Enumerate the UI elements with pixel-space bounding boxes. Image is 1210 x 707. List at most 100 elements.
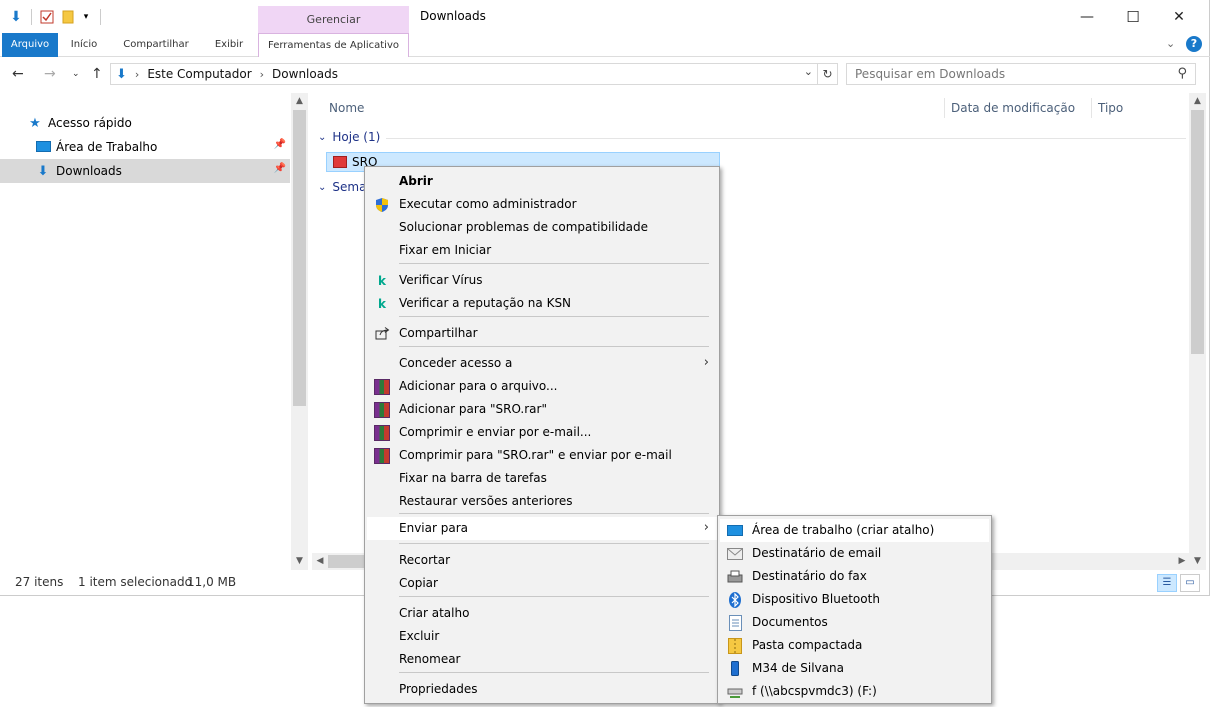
menu-item-verificar-virus[interactable]: k Verificar Vírus bbox=[367, 269, 717, 292]
download-arrow-icon[interactable]: ⬇ bbox=[6, 7, 26, 27]
manage-contextual-tab[interactable]: Gerenciar bbox=[258, 6, 409, 33]
scroll-up-arrow-icon[interactable]: ▲ bbox=[1189, 93, 1206, 110]
forward-arrow-icon[interactable]: → bbox=[44, 66, 56, 82]
content-scrollbar[interactable]: ▲ ▼ bbox=[1189, 93, 1206, 570]
scroll-left-arrow-icon[interactable]: ◀ bbox=[312, 553, 328, 570]
column-header-tipo[interactable]: Tipo bbox=[1098, 93, 1123, 123]
sendto-item-pasta-compactada[interactable]: Pasta compactada bbox=[720, 634, 989, 657]
sendto-item-m34-silvana[interactable]: M34 de Silvana bbox=[720, 657, 989, 680]
submenu-arrow-icon: › bbox=[703, 355, 709, 370]
selection-size: 11,0 MB bbox=[187, 575, 237, 589]
sendto-item-area-de-trabalho[interactable]: Área de trabalho (criar atalho) bbox=[720, 519, 989, 542]
search-icon[interactable]: ⚲ bbox=[1177, 66, 1187, 81]
scroll-down-arrow-icon[interactable]: ▼ bbox=[1189, 553, 1206, 570]
group-label: Sema bbox=[332, 180, 367, 194]
group-header-hoje[interactable]: ⌄ Hoje (1) bbox=[318, 130, 380, 144]
menu-item-label: Pasta compactada bbox=[752, 638, 863, 652]
window-title: Downloads bbox=[420, 9, 486, 23]
recent-locations-chevron-icon[interactable]: ⌄ bbox=[72, 69, 80, 79]
scroll-up-arrow-icon[interactable]: ▲ bbox=[291, 93, 308, 110]
group-divider bbox=[386, 138, 1186, 139]
submenu-arrow-icon: › bbox=[703, 520, 709, 535]
tab-inicio[interactable]: Início bbox=[62, 33, 106, 57]
search-placeholder: Pesquisar em Downloads bbox=[855, 67, 1006, 81]
breadcrumb-downloads[interactable]: Downloads bbox=[272, 67, 338, 81]
chevron-down-icon: ⌄ bbox=[318, 131, 327, 143]
menu-item-solucionar-problemas[interactable]: Solucionar problemas de compatibilidade bbox=[367, 216, 717, 239]
address-bar[interactable]: ⬇ › Este Computador › Downloads ⌄ bbox=[110, 63, 818, 85]
winrar-icon bbox=[373, 424, 391, 441]
menu-item-fixar-em-iniciar[interactable]: Fixar em Iniciar bbox=[367, 239, 717, 262]
group-label: Hoje (1) bbox=[332, 130, 381, 144]
menu-item-label: Conceder acesso a bbox=[399, 356, 513, 370]
back-arrow-icon[interactable]: ← bbox=[12, 66, 24, 82]
breadcrumb-separator: › bbox=[134, 67, 140, 81]
menu-separator bbox=[399, 316, 709, 317]
menu-item-conceder-acesso[interactable]: Conceder acesso a › bbox=[367, 352, 717, 375]
tab-exibir[interactable]: Exibir bbox=[207, 33, 251, 57]
desktop-icon bbox=[726, 522, 744, 539]
tab-compartilhar[interactable]: Compartilhar bbox=[117, 33, 195, 57]
column-header-data[interactable]: Data de modificação bbox=[951, 93, 1075, 123]
scrollbar-thumb[interactable] bbox=[1191, 110, 1204, 354]
sendto-item-destinatario-email[interactable]: Destinatário de email bbox=[720, 542, 989, 565]
sendto-item-destinatario-fax[interactable]: Destinatário do fax bbox=[720, 565, 989, 588]
sendto-item-documentos[interactable]: Documentos bbox=[720, 611, 989, 634]
downloads-icon: ⬇ bbox=[37, 163, 49, 179]
expand-ribbon-icon[interactable]: ⌄ bbox=[1166, 37, 1175, 50]
refresh-icon[interactable]: ↻ bbox=[818, 63, 838, 85]
details-view-icon[interactable]: ☰ bbox=[1157, 574, 1177, 592]
breadcrumb-este-computador[interactable]: Este Computador bbox=[147, 67, 251, 81]
chevron-down-icon: ⌄ bbox=[318, 181, 327, 193]
mail-icon bbox=[726, 545, 744, 562]
search-input[interactable]: Pesquisar em Downloads ⚲ bbox=[846, 63, 1196, 85]
menu-item-enviar-para[interactable]: Enviar para › bbox=[367, 517, 717, 540]
menu-item-criar-atalho[interactable]: Criar atalho bbox=[367, 602, 717, 625]
fax-icon bbox=[726, 568, 744, 585]
nav-pane-scrollbar[interactable]: ▲ ▼ bbox=[291, 93, 308, 570]
menu-item-restaurar-versoes[interactable]: Restaurar versões anteriores bbox=[367, 490, 717, 513]
menu-item-excluir[interactable]: Excluir bbox=[367, 625, 717, 648]
tab-ferramentas-de-aplicativo[interactable]: Ferramentas de Aplicativo bbox=[258, 33, 409, 57]
nav-item-acesso-rapido[interactable]: ★ Acesso rápido bbox=[26, 111, 286, 135]
scroll-down-arrow-icon[interactable]: ▼ bbox=[291, 553, 308, 570]
nav-item-downloads[interactable]: ⬇ Downloads 📌 bbox=[0, 159, 290, 183]
tab-arquivo[interactable]: Arquivo bbox=[2, 33, 58, 57]
menu-item-copiar[interactable]: Copiar bbox=[367, 572, 717, 595]
menu-item-label: Adicionar para "SRO.rar" bbox=[399, 402, 547, 416]
sendto-item-bluetooth[interactable]: Dispositivo Bluetooth bbox=[720, 588, 989, 611]
help-icon[interactable]: ? bbox=[1186, 36, 1202, 52]
minimize-button[interactable]: — bbox=[1064, 0, 1110, 33]
menu-item-label: Verificar Vírus bbox=[399, 273, 483, 287]
menu-item-adicionar-sro-rar[interactable]: Adicionar para "SRO.rar" bbox=[367, 398, 717, 421]
properties-icon[interactable] bbox=[38, 7, 56, 27]
menu-item-compartilhar[interactable]: Compartilhar bbox=[367, 322, 717, 345]
pin-icon[interactable]: 📌 bbox=[274, 139, 286, 150]
menu-item-fixar-barra-tarefas[interactable]: Fixar na barra de tarefas bbox=[367, 467, 717, 490]
address-dropdown-icon[interactable]: ⌄ bbox=[804, 65, 813, 78]
scroll-right-arrow-icon[interactable]: ▶ bbox=[1174, 553, 1190, 570]
pin-icon[interactable]: 📌 bbox=[274, 163, 286, 174]
menu-item-executar-como-administrador[interactable]: Executar como administrador bbox=[367, 193, 717, 216]
sendto-item-network-drive-f[interactable]: f (\\abcspvmdc3) (F:) bbox=[720, 680, 989, 703]
menu-item-renomear[interactable]: Renomear bbox=[367, 648, 717, 671]
scrollbar-thumb[interactable] bbox=[293, 110, 306, 406]
close-button[interactable]: ✕ bbox=[1156, 0, 1202, 33]
desktop-icon bbox=[34, 141, 52, 153]
maximize-button[interactable]: ☐ bbox=[1110, 0, 1156, 33]
large-icons-view-icon[interactable]: ▭ bbox=[1180, 574, 1200, 592]
menu-item-recortar[interactable]: Recortar bbox=[367, 549, 717, 572]
column-header-nome[interactable]: Nome bbox=[329, 93, 364, 123]
menu-item-adicionar-para-arquivo[interactable]: Adicionar para o arquivo... bbox=[367, 375, 717, 398]
menu-item-comprimir-enviar-email[interactable]: Comprimir e enviar por e-mail... bbox=[367, 421, 717, 444]
menu-item-abrir[interactable]: Abrir bbox=[367, 170, 717, 193]
new-folder-icon[interactable] bbox=[60, 7, 76, 27]
nav-item-area-de-trabalho[interactable]: Área de Trabalho 📌 bbox=[0, 135, 290, 159]
group-header-semana[interactable]: ⌄ Sema bbox=[318, 180, 366, 194]
customize-toolbar-icon[interactable]: ▾ bbox=[79, 7, 93, 27]
menu-item-propriedades[interactable]: Propriedades bbox=[367, 678, 717, 701]
zip-folder-icon bbox=[726, 637, 744, 654]
up-arrow-icon[interactable]: ↑ bbox=[91, 66, 103, 82]
menu-item-comprimir-sro-rar-email[interactable]: Comprimir para "SRO.rar" e enviar por e-… bbox=[367, 444, 717, 467]
menu-item-verificar-reputacao-ksn[interactable]: k Verificar a reputação na KSN bbox=[367, 292, 717, 315]
